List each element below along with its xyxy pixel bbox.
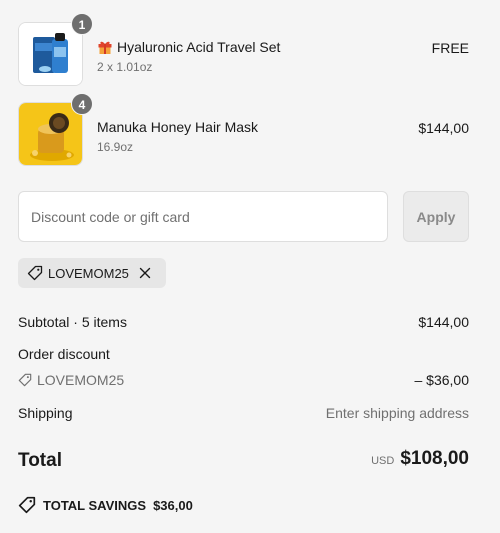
order-discount-value: – $36,00 <box>414 372 470 388</box>
subtotal-label: Subtotal · 5 items <box>18 314 127 330</box>
subtotal-value: $144,00 <box>418 314 469 330</box>
shipping-label: Shipping <box>18 405 73 421</box>
applied-discount-chip: LOVEMOM25 <box>18 258 166 288</box>
total-savings-label: TOTAL SAVINGS <box>43 497 147 513</box>
quantity-badge: 1 <box>71 13 93 35</box>
line-item: 4 Manuka Honey Hair Mask 16.9oz $144,00 <box>18 93 469 166</box>
order-discount-label: Order discount <box>18 346 110 362</box>
apply-discount-button[interactable]: Apply <box>403 191 469 242</box>
product-title: Manuka Honey Hair Mask <box>97 119 259 135</box>
tag-icon <box>18 373 32 387</box>
product-title: Hyaluronic Acid Travel Set <box>97 39 280 55</box>
order-summary: 1 Hyaluronic Acid Travel Set 2 x 1.01oz … <box>0 0 500 533</box>
gift-icon <box>98 41 112 54</box>
total-label: Total <box>18 450 62 471</box>
total-amount-group: USD $108,00 <box>371 448 469 470</box>
subtotal-row: Subtotal · 5 items $144,00 <box>18 314 469 330</box>
order-discount-code: LOVEMOM25 <box>18 372 124 388</box>
product-variant: 2 x 1.01oz <box>97 60 153 74</box>
remove-discount-button[interactable] <box>137 265 153 281</box>
product-variant: 16.9oz <box>97 140 134 154</box>
skincare-travel-set-icon <box>19 23 82 85</box>
honey-hair-mask-jar-icon <box>19 103 82 165</box>
product-thumbnail: 1 <box>18 13 93 86</box>
order-discount-code-text: LOVEMOM25 <box>37 372 125 388</box>
tag-icon <box>18 496 36 514</box>
shipping-row: Shipping Enter shipping address <box>18 405 469 421</box>
close-icon <box>139 267 151 279</box>
total-amount: $108,00 <box>400 448 469 469</box>
total-savings-row: TOTAL SAVINGS $36,00 <box>18 496 469 514</box>
product-title-text: Hyaluronic Acid Travel Set <box>117 39 281 55</box>
total-row: Total USD $108,00 <box>18 448 469 472</box>
tag-icon <box>27 265 43 281</box>
total-savings-value: $36,00 <box>153 497 193 513</box>
shipping-value: Enter shipping address <box>325 405 469 421</box>
quantity-badge: 4 <box>71 93 93 115</box>
currency-code: USD <box>371 455 395 467</box>
product-price: $144,00 <box>418 120 469 136</box>
product-thumbnail: 4 <box>18 93 93 166</box>
discount-code-input[interactable] <box>18 191 388 242</box>
applied-discount-code: LOVEMOM25 <box>48 265 129 281</box>
order-discount-row: LOVEMOM25 – $36,00 <box>18 372 469 390</box>
product-price: FREE <box>431 40 469 56</box>
line-item: 1 Hyaluronic Acid Travel Set 2 x 1.01oz … <box>18 13 469 86</box>
